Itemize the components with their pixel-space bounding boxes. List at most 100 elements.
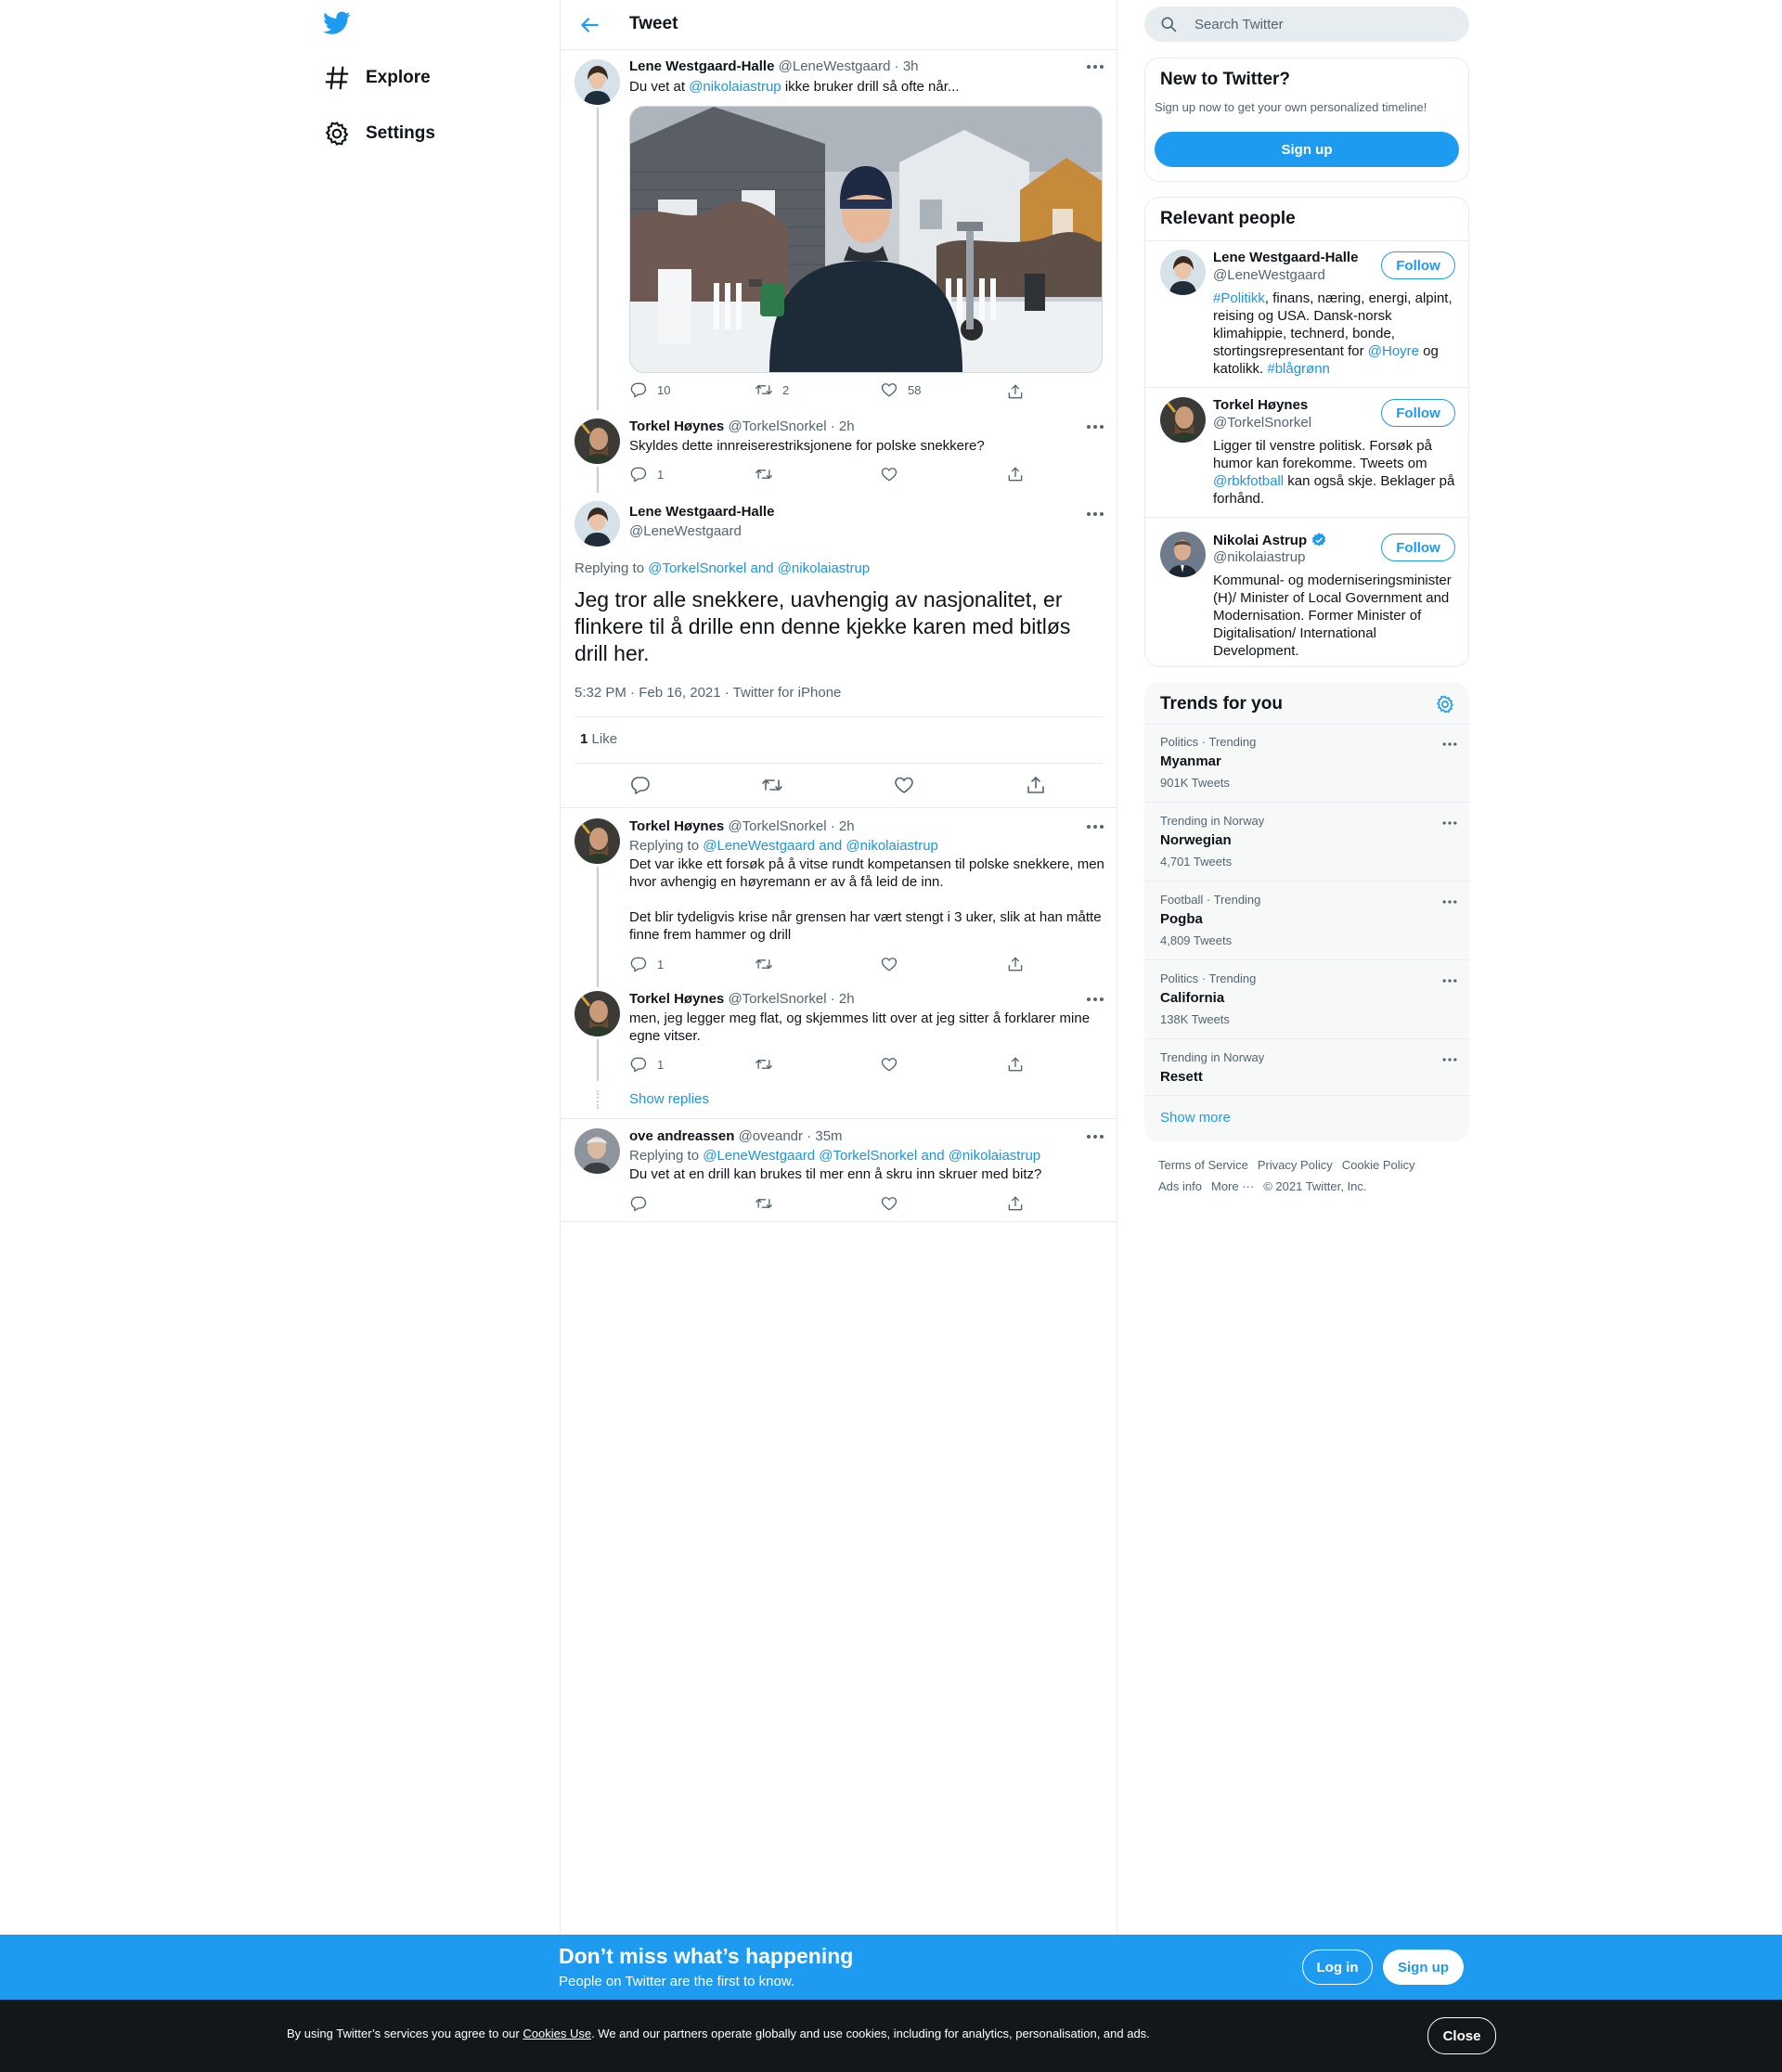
nav-explore[interactable]: Explore — [323, 58, 431, 98]
person-bio: #Politikk, finans, næring, energi, alpin… — [1213, 290, 1453, 377]
trend-item[interactable]: Football · Trending Pogba 4,809 Tweets — [1145, 882, 1470, 959]
follow-button[interactable]: Follow — [1381, 534, 1455, 561]
more-options-icon[interactable] — [1440, 972, 1459, 990]
trend-item[interactable]: Trending in Norway Resett — [1145, 1039, 1470, 1095]
like-button[interactable] — [880, 1053, 908, 1075]
avatar-torkel[interactable] — [575, 991, 620, 1036]
retweet-button[interactable]: 2 — [755, 379, 789, 401]
search-input[interactable] — [1193, 15, 1438, 33]
likes-count[interactable]: 1 Like — [580, 730, 617, 748]
avatar-torkel[interactable] — [575, 418, 620, 464]
show-replies-link[interactable]: Show replies — [629, 1090, 709, 1108]
privacy-link[interactable]: Privacy Policy — [1258, 1158, 1333, 1172]
mention-link[interactable]: @TorkelSnorkel — [648, 560, 746, 576]
person-handle[interactable]: @nikolaiastrup — [1213, 549, 1305, 565]
more-options-icon[interactable] — [1084, 56, 1106, 78]
reply-button[interactable]: 10 — [629, 379, 670, 401]
signup-button[interactable]: Sign up — [1155, 132, 1459, 167]
avatar-lene[interactable] — [1160, 250, 1206, 295]
ads-info-link[interactable]: Ads info — [1158, 1179, 1202, 1193]
mention-link[interactable]: @nikolaiastrup — [689, 79, 781, 95]
more-options-icon[interactable] — [1084, 503, 1106, 525]
retweet-button[interactable] — [755, 463, 782, 485]
signup-button[interactable]: Sign up — [1383, 1950, 1464, 1985]
tweet-text: Skyldes dette innreiserestriksjonene for… — [629, 438, 985, 454]
reply-button[interactable]: 1 — [629, 463, 664, 485]
more-options-icon[interactable] — [1440, 1050, 1459, 1069]
nav-settings[interactable]: Settings — [323, 113, 435, 154]
avatar-lene[interactable] — [575, 59, 620, 105]
more-options-icon[interactable] — [1084, 988, 1106, 1010]
mention-links[interactable]: @LeneWestgaard @TorkelSnorkel and @nikol… — [703, 1148, 1040, 1164]
share-button[interactable] — [1025, 774, 1056, 796]
close-button[interactable]: Close — [1427, 2017, 1496, 2054]
author-name[interactable]: Lene Westgaard-Halle — [629, 58, 774, 74]
person-lene[interactable]: Lene Westgaard-Halle @LeneWestgaard Foll… — [1145, 240, 1468, 398]
person-name[interactable]: Torkel Høynes — [1213, 397, 1308, 413]
author-name[interactable]: Lene Westgaard-Halle — [629, 504, 774, 520]
retweet-button[interactable] — [755, 1192, 782, 1215]
more-options-icon[interactable] — [1440, 893, 1459, 911]
more-options-icon[interactable] — [1084, 1126, 1106, 1148]
search-icon — [1161, 17, 1177, 32]
avatar-nikolai[interactable] — [1160, 532, 1206, 577]
reply-button[interactable]: 1 — [629, 1053, 664, 1075]
like-button[interactable]: 58 — [880, 379, 921, 401]
tweet-text: Det var ikke ett forsøk på å vitse rundt… — [629, 856, 1104, 890]
share-button[interactable] — [1006, 463, 1034, 485]
login-button[interactable]: Log in — [1302, 1950, 1373, 1985]
focal-author: Lene Westgaard-Halle @LeneWestgaard — [629, 504, 774, 539]
person-nikolai[interactable]: Nikolai Astrup @nikolaiastrup Follow Kom… — [1145, 522, 1468, 662]
more-options-icon[interactable] — [1440, 735, 1459, 753]
share-button[interactable] — [1006, 953, 1034, 975]
person-handle[interactable]: @TorkelSnorkel — [1213, 415, 1311, 431]
twitter-bird-icon[interactable] — [323, 11, 351, 35]
retweet-button[interactable] — [755, 953, 782, 975]
like-button[interactable] — [880, 953, 908, 975]
author-handle[interactable]: @LeneWestgaard — [629, 523, 774, 539]
avatar-torkel[interactable] — [1160, 397, 1206, 443]
follow-button[interactable]: Follow — [1381, 399, 1455, 427]
tweet-time[interactable]: 3h — [903, 58, 919, 74]
person-torkel[interactable]: Torkel Høynes @TorkelSnorkel Follow Ligg… — [1145, 388, 1468, 518]
mention-link[interactable]: @nikolaiastrup — [778, 560, 870, 576]
back-arrow-icon[interactable] — [577, 13, 601, 37]
mention-links[interactable]: @LeneWestgaard and @nikolaiastrup — [703, 838, 938, 854]
reply-button[interactable]: 1 — [629, 953, 664, 975]
tweet-text: Det blir tydeligvis krise når grensen ha… — [629, 909, 1102, 943]
retweet-button[interactable] — [761, 774, 793, 796]
show-more-link[interactable]: Show more — [1160, 1110, 1231, 1126]
reply-button[interactable] — [629, 1192, 657, 1215]
retweet-button[interactable] — [755, 1053, 782, 1075]
trend-item[interactable]: Politics · Trending Myanmar 901K Tweets — [1145, 724, 1470, 802]
person-name[interactable]: Lene Westgaard-Halle — [1213, 250, 1358, 265]
more-link[interactable]: More ··· — [1211, 1179, 1254, 1193]
card-subtitle: Sign up now to get your own personalized… — [1155, 100, 1427, 114]
trend-item[interactable]: Trending in Norway Norwegian 4,701 Tweet… — [1145, 803, 1470, 881]
trend-item[interactable]: Politics · Trending California 138K Twee… — [1145, 960, 1470, 1038]
share-button[interactable] — [1006, 380, 1034, 403]
person-name[interactable]: Nikolai Astrup — [1213, 532, 1327, 548]
avatar-ove[interactable] — [575, 1128, 620, 1174]
share-button[interactable] — [1006, 1053, 1034, 1075]
cookies-use-link[interactable]: Cookies Use — [523, 2027, 591, 2040]
search-box[interactable] — [1144, 6, 1469, 42]
tweet-photo[interactable] — [629, 106, 1103, 373]
avatar-lene[interactable] — [575, 501, 620, 547]
author-handle[interactable]: @LeneWestgaard — [779, 58, 891, 74]
person-handle[interactable]: @LeneWestgaard — [1213, 267, 1325, 283]
trends-settings-gear-icon[interactable] — [1435, 694, 1455, 714]
like-button[interactable] — [880, 463, 908, 485]
footer-links: Terms of Service Privacy Policy Cookie Pol… — [1158, 1154, 1465, 1197]
cookie-policy-link[interactable]: Cookie Policy — [1342, 1158, 1415, 1172]
more-options-icon[interactable] — [1084, 816, 1106, 838]
follow-button[interactable]: Follow — [1381, 251, 1455, 279]
more-options-icon[interactable] — [1084, 416, 1106, 438]
terms-link[interactable]: Terms of Service — [1158, 1158, 1248, 1172]
like-button[interactable] — [880, 1192, 908, 1215]
share-button[interactable] — [1006, 1192, 1034, 1215]
reply-button[interactable] — [629, 774, 661, 796]
avatar-torkel[interactable] — [575, 818, 620, 864]
like-button[interactable] — [893, 774, 924, 796]
more-options-icon[interactable] — [1440, 814, 1459, 832]
